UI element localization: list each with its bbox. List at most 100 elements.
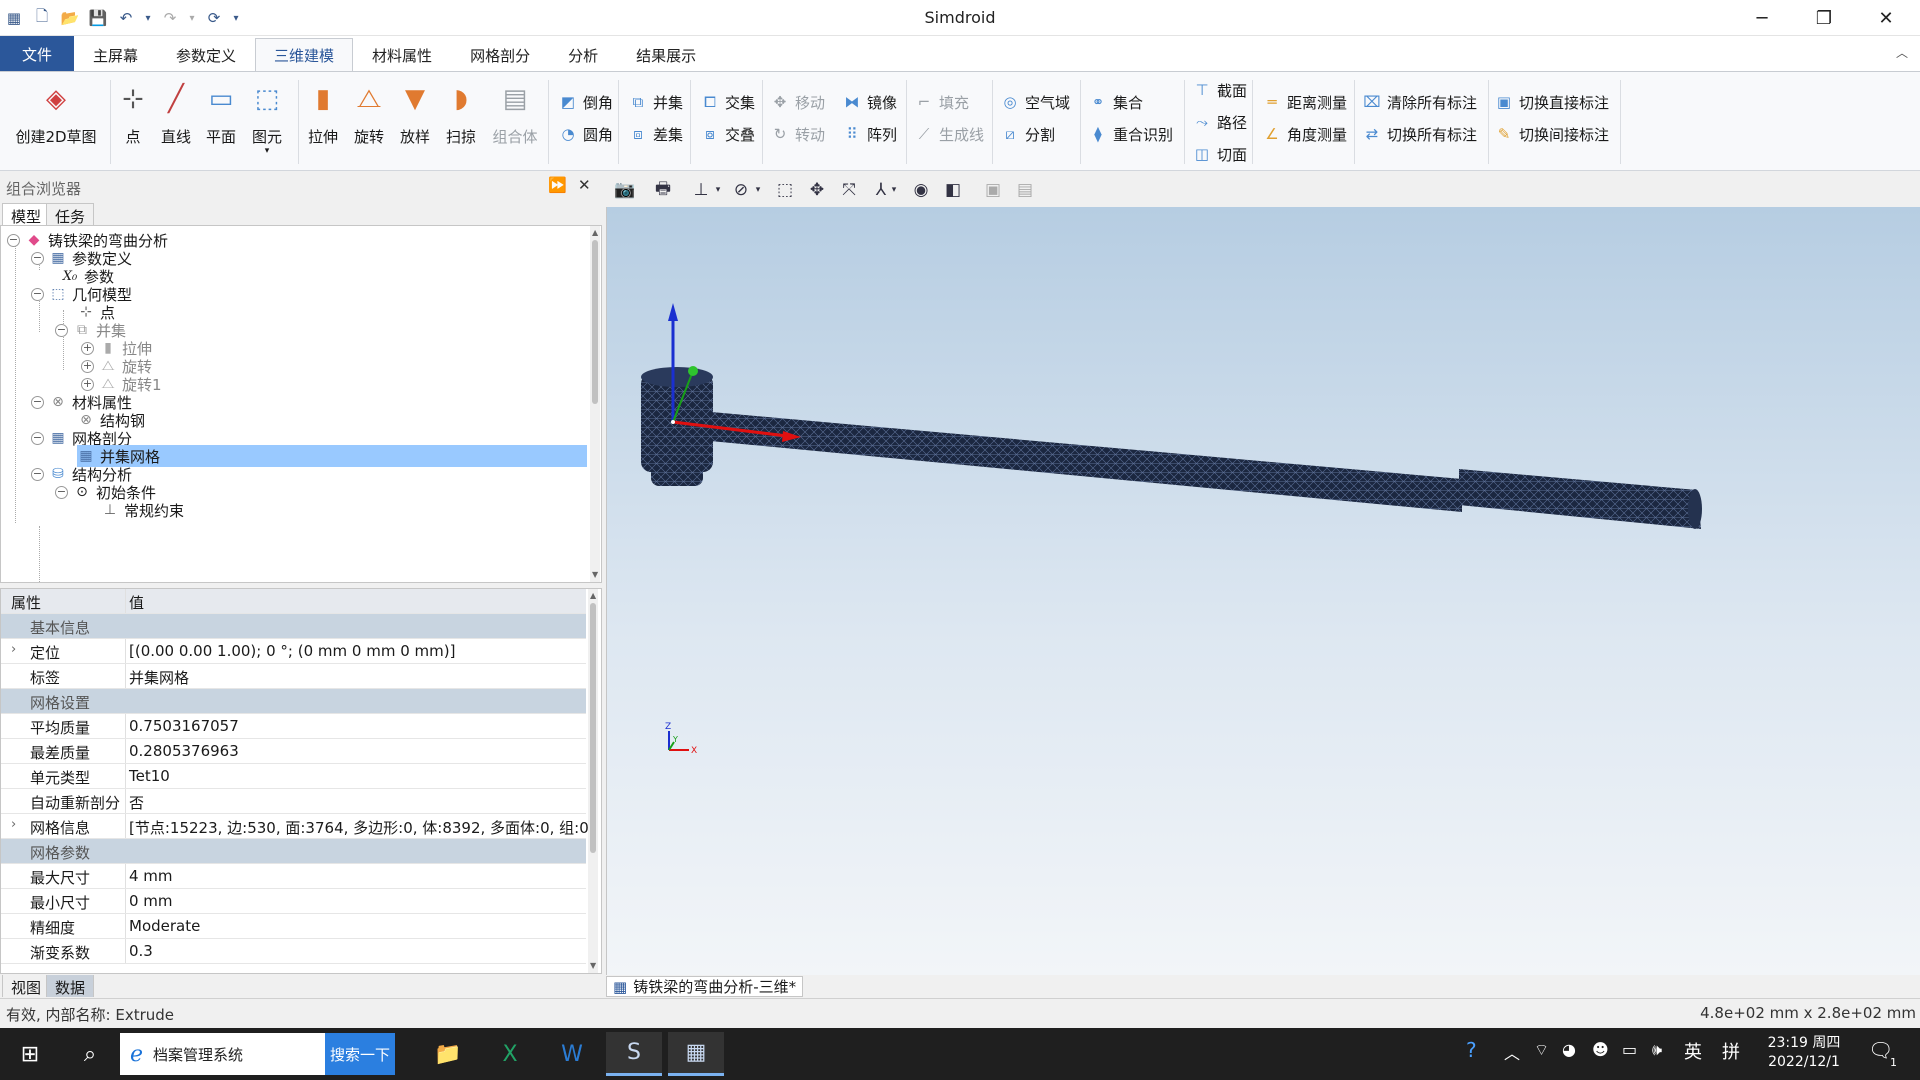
property-row[interactable]: 平均质量 0.7503167057 <box>1 714 586 739</box>
customize-qat-icon[interactable]: ▾ <box>230 6 242 30</box>
create-2d-sketch-button[interactable]: ◈ 创建2D草图 <box>10 78 102 147</box>
rotate-button[interactable]: ↻ 转动 <box>770 122 825 146</box>
expand-icon[interactable]: + <box>81 341 94 355</box>
tab-home[interactable]: 主屏幕 <box>74 38 157 72</box>
property-value[interactable]: [(0.00 0.00 1.00); 0 °; (0 mm 0 mm 0 mm)… <box>129 642 455 660</box>
show-hidden-icons-icon[interactable]: ︿ <box>1504 1040 1520 1064</box>
expand-icon[interactable]: + <box>81 377 94 391</box>
property-value[interactable]: [节点:15223, 边:530, 面:3764, 多边形:0, 体:8392,… <box>129 817 595 838</box>
axis-view-icon[interactable]: ⊥ <box>688 177 714 203</box>
y-axis-handle[interactable] <box>688 366 698 376</box>
property-row[interactable]: 最小尺寸 0 mm <box>1 889 586 914</box>
property-row[interactable]: 渐变系数 0.3 <box>1 939 586 964</box>
battery-icon[interactable]: ▭ <box>1622 1040 1637 1059</box>
cross-button[interactable]: ⧇ 交叠 <box>700 122 755 146</box>
union-button[interactable]: ⧉ 并集 <box>628 90 683 114</box>
help-icon[interactable]: ? <box>1466 1038 1477 1062</box>
qq-icon[interactable]: ☻ <box>1592 1040 1609 1059</box>
property-scrollbar-thumb[interactable] <box>590 603 596 853</box>
property-scrollbar[interactable]: ▲ ▼ <box>588 589 598 973</box>
tab-3d-modeling[interactable]: 三维建模 <box>255 38 354 72</box>
section-view-icon[interactable]: ◧ <box>940 177 966 203</box>
move-button[interactable]: ✥ 移动 <box>770 90 825 114</box>
fit-all-icon[interactable]: ⤧ <box>836 177 862 203</box>
collapse-icon[interactable]: − <box>31 431 44 445</box>
fillet-button[interactable]: ◔ 圆角 <box>558 122 613 146</box>
redo-icon[interactable]: ↷ <box>158 6 182 30</box>
overlap-detect-button[interactable]: ⧫ 重合识别 <box>1088 122 1173 146</box>
plane-button[interactable]: ▭ 平面 <box>198 78 244 147</box>
property-group-row[interactable]: 网格参数 <box>1 839 586 864</box>
chrome-icon[interactable]: ◕ <box>1562 1040 1576 1059</box>
property-row[interactable]: › 网格信息 [节点:15223, 边:530, 面:3764, 多边形:0, 体:… <box>1 814 595 839</box>
dropdown-icon[interactable]: ▾ <box>888 177 900 203</box>
word-icon[interactable]: W <box>544 1032 600 1076</box>
tab-view[interactable]: 视图 <box>2 975 51 997</box>
taskbar-search-box[interactable]: ℯ 档案管理系统 <box>120 1033 325 1075</box>
cut-face-button[interactable]: ◫ 切面 <box>1192 142 1247 166</box>
document-tab[interactable]: ▦ 铸铁梁的弯曲分析-三维* <box>606 976 804 997</box>
property-value[interactable]: 4 mm <box>129 867 173 885</box>
close-icon[interactable]: ✕ <box>1856 0 1916 36</box>
windows-start-icon[interactable]: ⊞ <box>2 1032 58 1076</box>
refresh-icon[interactable]: ⟳ <box>202 6 226 30</box>
display-mode-icon[interactable]: ⊘ <box>728 177 754 203</box>
search-icon[interactable]: ⌕ <box>62 1032 118 1076</box>
collapse-icon[interactable]: − <box>31 467 44 481</box>
tab-analysis[interactable]: 分析 <box>549 38 617 72</box>
undo-icon[interactable]: ↶ <box>114 6 138 30</box>
excel-icon[interactable]: X <box>482 1032 538 1076</box>
volume-icon[interactable]: 🕪 <box>1652 1040 1662 1060</box>
minimize-icon[interactable]: ─ <box>1732 0 1792 36</box>
file-explorer-icon[interactable]: 📁 <box>420 1032 476 1076</box>
pan-icon[interactable]: ✥ <box>804 177 830 203</box>
collapse-icon[interactable]: − <box>31 395 44 409</box>
tree-item-union-mesh[interactable]: ▦ 并集网格 <box>77 445 587 467</box>
air-domain-button[interactable]: ◎ 空气域 <box>1000 90 1070 114</box>
undo-dropdown-icon[interactable]: ▾ <box>142 6 154 30</box>
path-button[interactable]: ⤳ 路径 <box>1192 110 1247 134</box>
collapse-icon[interactable]: − <box>31 251 44 265</box>
property-group-row[interactable]: 网格设置 <box>1 689 586 714</box>
collapse-ribbon-icon[interactable]: ︿ <box>1896 44 1908 61</box>
property-row[interactable]: 精细度 Moderate <box>1 914 586 939</box>
revolve-button[interactable]: ⧍ 旋转 <box>346 78 392 147</box>
generate-line-button[interactable]: ⟋ 生成线 <box>914 122 984 146</box>
ime-language-indicator[interactable]: 英 <box>1684 1038 1702 1064</box>
close-panel-icon[interactable]: ✕ <box>578 176 591 194</box>
property-row[interactable]: 最大尺寸 4 mm <box>1 864 586 889</box>
print-icon[interactable]: 🖶 <box>650 177 676 203</box>
expand-icon[interactable]: + <box>81 359 94 373</box>
angle-measure-button[interactable]: ∠ 角度测量 <box>1262 122 1347 146</box>
toggle-all-marks-button[interactable]: ⇄ 切换所有标注 <box>1362 122 1477 146</box>
scroll-up-icon[interactable]: ▲ <box>592 228 598 237</box>
ime-mode-indicator[interactable]: 拼 <box>1722 1038 1740 1064</box>
tab-model[interactable]: 模型 <box>2 203 51 226</box>
scroll-down-icon[interactable]: ▼ <box>592 570 598 579</box>
property-row[interactable]: 最差质量 0.2805376963 <box>1 739 586 764</box>
property-value[interactable]: Tet10 <box>129 767 170 785</box>
app-logo-icon[interactable]: ▦ <box>2 6 26 30</box>
intersect-button[interactable]: ⧠ 交集 <box>700 90 755 114</box>
mirror-button[interactable]: ⧓ 镜像 <box>842 90 898 114</box>
simdroid-app-icon[interactable]: ▦ <box>668 1032 724 1076</box>
search-button[interactable]: 搜索一下 <box>325 1033 395 1075</box>
clear-all-marks-button[interactable]: ⌧ 清除所有标注 <box>1362 90 1477 114</box>
scroll-up-icon[interactable]: ▲ <box>590 591 596 600</box>
float-panel-icon[interactable]: ⏩ <box>548 176 567 194</box>
toggle-indirect-marks-button[interactable]: ✎ 切换间接标注 <box>1494 122 1609 146</box>
collapse-icon[interactable]: − <box>7 233 20 247</box>
simdroid-launcher-icon[interactable]: S <box>606 1032 662 1076</box>
property-value[interactable]: 0 mm <box>129 892 173 910</box>
compound-button[interactable]: ▤ 组合体 <box>490 78 540 147</box>
tab-parameters[interactable]: 参数定义 <box>157 38 255 72</box>
tab-file[interactable]: 文件 <box>0 36 74 72</box>
loft-button[interactable]: ▼ 放样 <box>392 78 438 147</box>
collapse-icon[interactable]: − <box>31 287 44 301</box>
property-row[interactable]: 标签 并集网格 <box>1 664 586 689</box>
tree-item-constraints[interactable]: ⊥ 常规约束 <box>101 499 184 521</box>
subtract-button[interactable]: ⧈ 差集 <box>628 122 683 146</box>
save-icon[interactable]: 💾 <box>86 6 110 30</box>
fill-button[interactable]: ⌐ 填充 <box>914 90 969 114</box>
section-button[interactable]: ⊤ 截面 <box>1192 78 1247 102</box>
